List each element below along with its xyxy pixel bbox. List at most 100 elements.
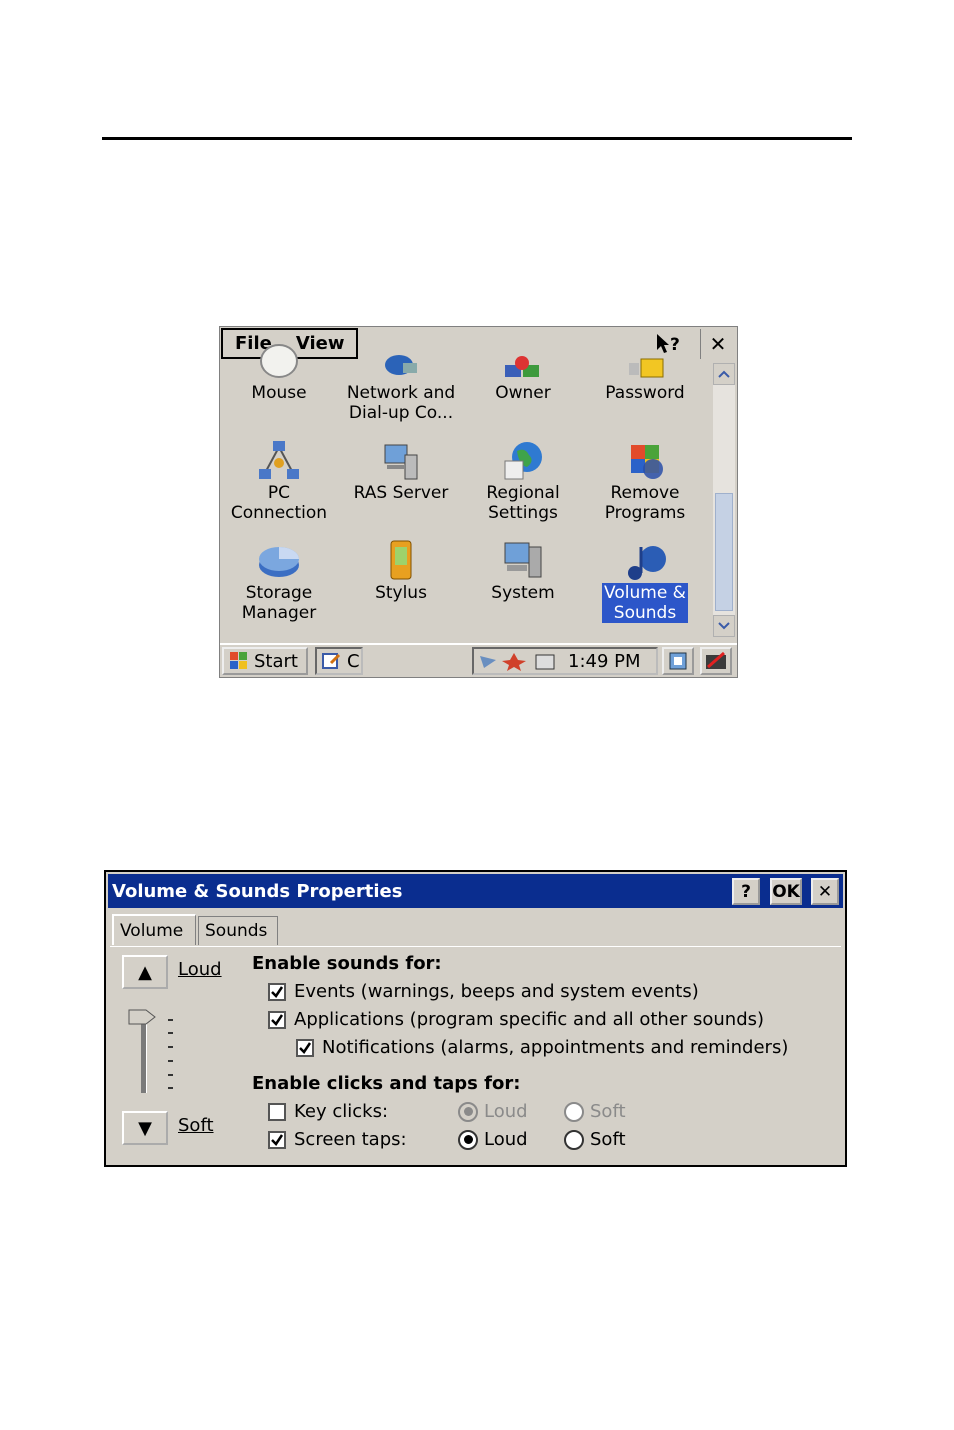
owner-icon <box>505 356 539 377</box>
pen-input-icon <box>706 651 726 669</box>
control-panel-app-icon <box>322 653 341 669</box>
key-clicks-soft-radio-row: Soft <box>564 1101 626 1122</box>
volume-sounds-icon <box>628 546 666 580</box>
events-label: Events (warnings, beeps and system event… <box>294 981 699 1002</box>
item-label: RAS Server <box>353 483 449 503</box>
dialog-title: Volume & Sounds Properties <box>112 880 403 902</box>
volume-slider-thumb[interactable] <box>128 1009 156 1025</box>
volume-slider-track[interactable] <box>141 1013 147 1093</box>
scroll-down-button[interactable] <box>713 615 735 637</box>
notifications-checkbox-row[interactable]: Notifications (alarms, appointments and … <box>296 1037 788 1058</box>
screen-taps-loud-label: Loud <box>484 1129 528 1150</box>
item-pc-connection[interactable]: PC Connection <box>220 439 338 523</box>
ras-server-icon <box>384 444 418 480</box>
taskbar-app-button[interactable]: C <box>315 647 363 675</box>
item-owner[interactable]: Owner <box>464 339 582 403</box>
item-label: Regional Settings <box>486 483 560 523</box>
input-panel-button[interactable] <box>700 647 732 675</box>
mouse-icon <box>260 344 298 378</box>
vertical-scrollbar[interactable] <box>713 363 735 637</box>
tab-sounds[interactable]: Sounds <box>198 916 278 945</box>
pc-connection-icon <box>259 441 299 479</box>
key-clicks-soft-label: Soft <box>590 1101 626 1122</box>
volume-tab-panel: ▲ Loud ▼ Soft Enable sounds for: Events … <box>110 946 841 1162</box>
windows-flag-icon <box>230 652 247 669</box>
chevron-down-icon <box>718 622 730 630</box>
item-label: Stylus <box>375 583 427 603</box>
item-label: Remove Programs <box>604 483 686 523</box>
screen-taps-checkbox[interactable] <box>268 1130 286 1149</box>
system-tray: 1:49 PM <box>472 647 658 675</box>
screen-taps-soft-label: Soft <box>590 1129 626 1150</box>
screen-taps-loud-radio[interactable] <box>458 1129 478 1150</box>
notifications-label: Notifications (alarms, appointments and … <box>322 1037 789 1058</box>
volume-up-button[interactable]: ▲ <box>122 955 168 989</box>
start-button[interactable]: Start <box>222 647 308 675</box>
item-password[interactable]: Password <box>586 339 704 403</box>
notifications-checkbox[interactable] <box>296 1038 314 1057</box>
item-label: Storage Manager <box>241 583 317 623</box>
screen-taps-soft-radio-row[interactable]: Soft <box>564 1129 626 1150</box>
key-clicks-row[interactable]: Key clicks: <box>268 1101 388 1122</box>
dialog-titlebar: Volume & Sounds Properties ? OK ✕ <box>108 874 843 908</box>
events-checkbox-row[interactable]: Events (warnings, beeps and system event… <box>268 981 699 1002</box>
dialog-close-button[interactable]: ✕ <box>811 878 839 905</box>
network-icon <box>385 355 417 375</box>
scroll-up-button[interactable] <box>713 363 735 385</box>
item-label: Volume & Sounds <box>602 583 688 623</box>
volume-loud-label: Loud <box>178 959 222 980</box>
storage-manager-icon <box>259 547 299 577</box>
item-label: Owner <box>495 383 551 403</box>
stylus-icon <box>390 540 412 580</box>
enable-sounds-heading: Enable sounds for: <box>252 953 442 974</box>
desktop-icon <box>669 652 687 670</box>
password-icon <box>629 358 664 378</box>
volume-sounds-dialog: Volume & Sounds Properties ? OK ✕ Volume… <box>104 870 847 1167</box>
volume-down-button[interactable]: ▼ <box>122 1111 168 1145</box>
screen-taps-loud-radio-row[interactable]: Loud <box>458 1129 528 1150</box>
key-clicks-label: Key clicks: <box>294 1101 389 1122</box>
screen-taps-label: Screen taps: <box>294 1129 407 1150</box>
regional-settings-icon <box>504 442 542 480</box>
checkmark-icon <box>271 1013 284 1026</box>
remove-programs-icon <box>631 445 663 479</box>
screen-taps-soft-radio[interactable] <box>564 1129 584 1150</box>
item-system[interactable]: System <box>464 539 582 603</box>
item-volume-sounds[interactable]: Volume & Sounds <box>586 539 704 623</box>
item-label: Network and Dial-up Co... <box>346 383 456 423</box>
checkmark-icon <box>271 1133 284 1146</box>
item-regional-settings[interactable]: Regional Settings <box>464 439 582 523</box>
item-remove-programs[interactable]: Remove Programs <box>586 439 704 523</box>
key-clicks-loud-radio-row: Loud <box>458 1101 528 1122</box>
close-button[interactable]: ✕ <box>700 329 735 359</box>
item-mouse[interactable]: Mouse <box>220 339 338 403</box>
item-network[interactable]: Network and Dial-up Co... <box>342 339 460 423</box>
item-storage-manager[interactable]: Storage Manager <box>220 539 338 623</box>
tab-volume[interactable]: Volume <box>112 914 196 945</box>
dialog-ok-button[interactable]: OK <box>770 878 802 905</box>
clock: 1:49 PM <box>568 650 641 672</box>
key-clicks-checkbox[interactable] <box>268 1102 286 1121</box>
control-panel-icons: Mouse Network and Dial-up Co... Owner Pa… <box>220 344 710 641</box>
taskbar-app-label: C <box>347 650 360 672</box>
item-stylus[interactable]: Stylus <box>342 539 460 603</box>
item-label: Mouse <box>251 383 307 403</box>
item-label: System <box>491 583 555 603</box>
item-ras-server[interactable]: RAS Server <box>342 439 460 503</box>
events-checkbox[interactable] <box>268 982 286 1001</box>
volume-slider-ticks <box>168 1019 173 1089</box>
item-label: Password <box>605 383 685 403</box>
volume-soft-label: Soft <box>178 1115 214 1136</box>
screen-taps-row[interactable]: Screen taps: <box>268 1129 407 1150</box>
applications-checkbox[interactable] <box>268 1010 286 1029</box>
enable-clicks-heading: Enable clicks and taps for: <box>252 1073 521 1094</box>
item-label: PC Connection <box>230 483 328 523</box>
start-label: Start <box>254 650 298 672</box>
key-clicks-loud-label: Loud <box>484 1101 528 1122</box>
scroll-thumb[interactable] <box>715 493 733 611</box>
applications-checkbox-row[interactable]: Applications (program specific and all o… <box>268 1009 764 1030</box>
dialog-help-button[interactable]: ? <box>732 878 760 905</box>
desktop-button[interactable] <box>662 647 694 675</box>
key-clicks-soft-radio <box>564 1101 584 1122</box>
checkmark-icon <box>271 985 284 998</box>
